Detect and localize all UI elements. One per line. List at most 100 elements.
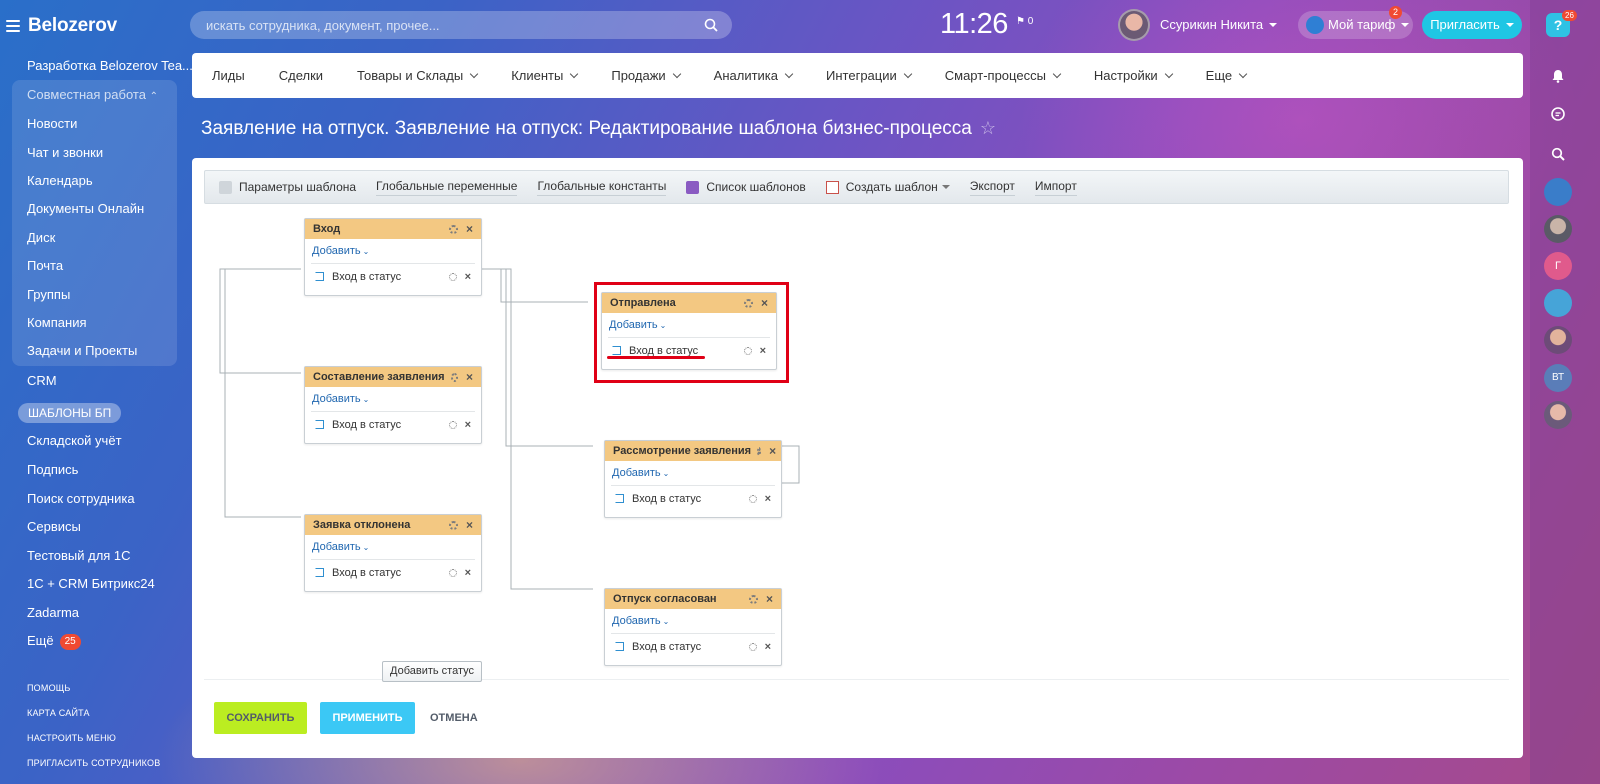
add-action-link[interactable]: Добавить ⌄ [305,387,481,411]
sidebar-item-company[interactable]: Компания [27,314,87,332]
add-action-link[interactable]: Добавить ⌄ [605,609,781,633]
nav-clients[interactable]: Клиенты [511,68,579,83]
state-block-drafting[interactable]: Составление заявления × Добавить ⌄ Вход в … [304,366,482,444]
logo[interactable]: Belozerov [28,15,117,37]
gear-icon[interactable] [448,420,457,429]
sidebar-item-calendar[interactable]: Календарь [27,172,93,190]
state-block-entry[interactable]: Вход × Добавить ⌄ Вход в статус × [304,218,482,296]
import-button[interactable]: Импорт [1034,179,1077,196]
sidebar-item-sign[interactable]: Подпись [27,461,78,479]
state-event-row[interactable]: Вход в статус × [311,263,475,289]
sidebar-item-chat[interactable]: Чат и звонки [27,144,103,162]
nav-sales[interactable]: Продажи [611,68,681,83]
close-icon[interactable]: × [766,593,773,605]
nav-more[interactable]: Еще [1206,68,1248,83]
nav-leads[interactable]: Лиды [212,68,245,83]
nav-integrations[interactable]: Интеграции [826,68,912,83]
add-action-link[interactable]: Добавить ⌄ [305,535,481,559]
template-list-button[interactable]: Список шаблонов [686,180,806,194]
close-icon[interactable]: × [465,419,471,430]
close-icon[interactable]: × [465,271,471,282]
sidebar-item-test-1c[interactable]: Тестовый для 1С [27,547,131,565]
search-input[interactable] [190,11,732,39]
bell-icon[interactable] [1551,69,1565,83]
clock[interactable]: 11:26 [940,8,1008,41]
flag-counter[interactable]: ⚑ 0 [1016,16,1033,27]
template-params-button[interactable]: Параметры шаблона [219,180,356,194]
gear-icon[interactable] [450,372,458,382]
save-button[interactable]: СОХРАНИТЬ [214,702,307,734]
nav-deals[interactable]: Сделки [279,68,323,83]
sidebar-item-groups[interactable]: Группы [27,286,70,304]
contact-avatar[interactable]: Г [1544,252,1572,280]
state-block-rejected[interactable]: Заявка отклонена × Добавить ⌄ Вход в стату… [304,514,482,592]
contact-avatar[interactable]: ВТ [1544,364,1572,392]
state-event-row[interactable]: Вход в статус × [311,411,475,437]
add-action-link[interactable]: Добавить ⌄ [605,461,781,485]
tariff-button[interactable]: Мой тариф 2 [1298,6,1413,39]
users-icon[interactable] [1544,289,1572,317]
invite-button[interactable]: Пригласить [1422,11,1522,39]
state-header[interactable]: Рассмотрение заявления × [605,441,781,461]
add-action-link[interactable]: Добавить ⌄ [305,239,481,263]
link-configure-menu[interactable]: настроить меню [27,733,116,743]
sidebar-item-find-employee[interactable]: Поиск сотрудника [27,490,135,508]
search-icon[interactable] [704,18,718,32]
state-event-row[interactable]: Вход в статус × [311,559,475,585]
gear-icon[interactable] [748,494,757,503]
gear-icon[interactable] [448,272,457,281]
link-sitemap[interactable]: карта сайта [27,708,90,718]
close-icon[interactable]: × [466,371,473,383]
global-variables-button[interactable]: Глобальные переменные [376,179,518,196]
sidebar-item-more[interactable]: Ещё 25 [27,632,81,650]
state-header[interactable]: Составление заявления × [305,367,481,387]
sidebar-item-disk[interactable]: Диск [27,229,55,247]
state-block-review[interactable]: Рассмотрение заявления × Добавить ⌄ Вход в… [604,440,782,518]
sidebar-item-warehouse[interactable]: Складской учёт [27,432,122,450]
sidebar-item-1c-crm[interactable]: 1С + CRM Битрикс24 [27,575,155,593]
close-icon[interactable]: × [466,223,473,235]
sidebar-item-zadarma[interactable]: Zadarma [27,604,79,622]
create-template-button[interactable]: Создать шаблон [825,180,950,194]
sidebar-item-docs[interactable]: Документы Онлайн [27,200,144,218]
gear-icon[interactable] [748,642,757,651]
close-icon[interactable]: × [769,445,776,457]
gear-icon[interactable] [757,446,762,456]
user-menu[interactable]: Ссурикин Никита [1160,17,1278,32]
add-status-button[interactable]: Добавить статус [382,661,482,682]
contact-avatar[interactable] [1544,326,1572,354]
user-avatar[interactable] [1118,9,1150,41]
nav-settings[interactable]: Настройки [1094,68,1173,83]
link-help[interactable]: помощь [27,683,71,693]
state-event-row[interactable]: Вход в статус × [611,633,775,659]
nav-products[interactable]: Товары и Склады [357,68,479,83]
sidebar-item-tasks[interactable]: Задачи и Проекты [27,342,137,360]
nav-smart-processes[interactable]: Смарт-процессы [945,68,1062,83]
close-icon[interactable]: × [765,641,771,652]
close-icon[interactable]: × [466,519,473,531]
gear-icon[interactable] [448,224,458,234]
cancel-button[interactable]: ОТМЕНА [430,712,478,724]
sidebar-item-bp-templates[interactable]: ШАБЛОНЫ БП [18,403,122,423]
gear-icon[interactable] [748,594,758,604]
state-block-approved[interactable]: Отпуск согласован × Добавить ⌄ Вход в стат… [604,588,782,666]
apply-button[interactable]: ПРИМЕНИТЬ [320,702,415,734]
group-chat-icon[interactable] [1544,178,1572,206]
chat-icon[interactable] [1551,107,1565,121]
export-button[interactable]: Экспорт [969,179,1015,196]
sidebar-item-news[interactable]: Новости [27,115,77,133]
close-icon[interactable]: × [765,493,771,504]
gear-icon[interactable] [448,568,457,577]
close-icon[interactable]: × [465,567,471,578]
contact-avatar[interactable] [1544,401,1572,429]
star-icon[interactable]: ☆ [980,118,996,138]
search-icon[interactable] [1551,147,1565,161]
state-header[interactable]: Заявка отклонена × [305,515,481,535]
gear-icon[interactable] [448,520,458,530]
sidebar-item-services[interactable]: Сервисы [27,518,81,536]
sidebar-item-mail[interactable]: Почта [27,257,63,275]
contact-avatar[interactable] [1544,215,1572,243]
state-header[interactable]: Вход × [305,219,481,239]
link-invite-employees[interactable]: пригласить сотрудников [27,758,160,768]
global-constants-button[interactable]: Глобальные константы [537,179,667,196]
